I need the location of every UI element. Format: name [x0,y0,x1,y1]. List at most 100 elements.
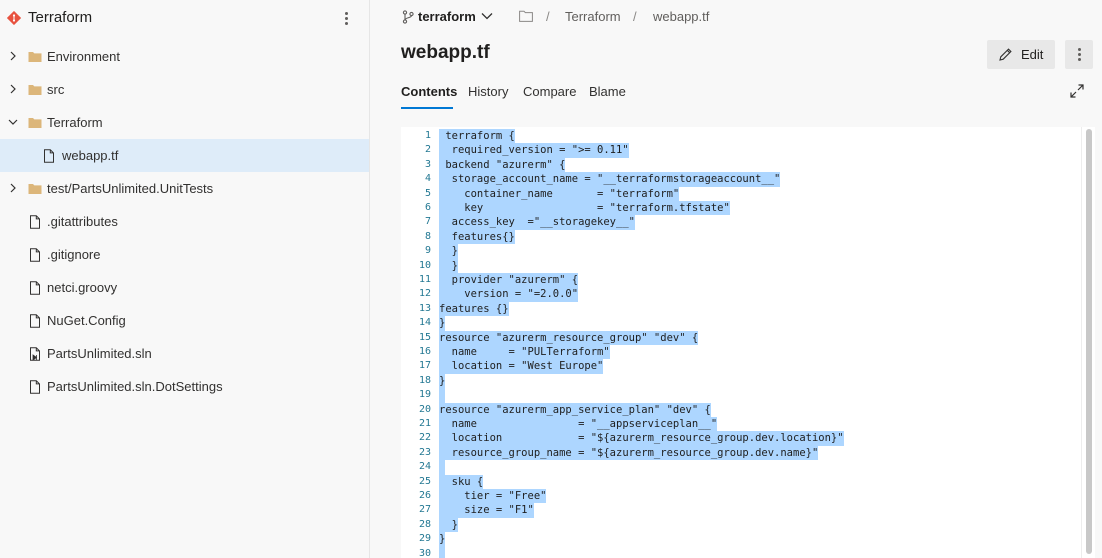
line-number: 8 [424,230,431,242]
tree-item[interactable]: PartsUnlimited.sln [0,337,369,370]
folder-icon [28,184,42,194]
code-line: 16 name = "PULTerraform" [401,345,1071,360]
tab-contents[interactable]: Contents [401,84,457,99]
breadcrumb-separator: / [633,9,637,24]
tab-history[interactable]: History [468,84,508,99]
line-text: provider "azurerm" { [439,273,579,288]
tree-item[interactable]: webapp.tf [0,139,369,172]
active-tab-indicator [401,107,453,109]
code-line: 11 provider "azurerm" { [401,273,1071,288]
chevron-down-icon[interactable] [8,117,18,127]
code-line: 3 backend "azurerm" { [401,157,1071,173]
code-line: 5 container_name = "terraform" [401,186,1071,201]
code-line: 20 resource "azurerm_app_service_plan" "d… [401,402,1071,417]
line-text: name = "__appserviceplan__" [439,417,718,432]
line-number: 2 [424,144,431,156]
line-text: } [439,244,458,259]
line-text: container_name = "terraform" [439,186,680,201]
line-number: 11 [418,274,431,285]
edit-button[interactable]: Edit [987,40,1055,69]
code-line: 27 size = "F1" [401,503,1071,518]
code-line: 8 features{} [401,229,1071,245]
more-options-icon [1069,44,1089,64]
tree-item[interactable]: Terraform [0,106,369,139]
tree-item-label: PartsUnlimited.sln.DotSettings [47,379,223,394]
folder-icon [28,52,42,62]
code-line: 4 storage_account_name = "__terraformsto… [401,172,1071,187]
line-number: 12 [418,288,431,300]
line-number: 24 [418,461,431,473]
breadcrumb: terraform / Terraform / webapp.tf [371,0,1102,34]
vertical-scrollbar[interactable] [1081,127,1095,558]
code-line: 15 resource "azurerm_resource_group" "dev… [401,330,1071,345]
code-line: 28 } [401,517,1071,533]
line-text: resource "azurerm_resource_group" "dev" … [439,330,699,345]
repo-header: Terraform [0,0,370,36]
code-line: 17 location = "West Europe" [401,359,1071,374]
chevron-right-icon[interactable] [8,84,18,94]
line-number: 3 [424,158,431,170]
line-text: } [439,258,458,273]
line-number: 9 [424,245,431,257]
code-line: 19 [401,388,1071,403]
tree-item[interactable]: PartsUnlimited.sln.DotSettings [0,370,369,403]
line-text: resource_group_name = "${azurerm_resourc… [439,445,819,461]
code-line: 23 resource_group_name = "${azurerm_reso… [401,445,1071,461]
file-icon [30,281,40,295]
file-icon [30,248,40,262]
expand-icon[interactable] [1070,84,1084,98]
file-content-panel: terraform / Terraform / webapp.tf webapp… [371,0,1102,558]
line-text: tier = "Free" [439,489,547,504]
tree-item[interactable]: src [0,73,369,106]
branch-selector[interactable]: terraform [418,9,476,24]
chevron-right-icon[interactable] [8,183,18,193]
tree-item-label: NuGet.Config [47,313,126,328]
code-line: 21 name = "__appserviceplan__" [401,417,1071,432]
tab-blame[interactable]: Blame [589,84,626,99]
line-number: 25 [418,475,431,487]
tree-item[interactable]: .gitignore [0,238,369,271]
tree-item[interactable]: test/PartsUnlimited.UnitTests [0,172,369,205]
file-tree: Environment src Terraform webapp.tf test/Par… [0,40,369,403]
line-number: 26 [418,490,431,501]
tree-item-label: webapp.tf [62,148,119,163]
line-text: key = "terraform.tfstate" [439,201,730,216]
line-text: size = "F1" [439,503,534,518]
line-number: 7 [424,216,431,228]
tree-item-label: .gitignore [47,247,101,262]
line-number: 17 [418,360,431,372]
line-number: 5 [424,187,431,199]
folder-outline-icon[interactable] [519,10,533,22]
scrollbar-thumb[interactable] [1086,129,1092,554]
tree-item[interactable]: netci.groovy [0,271,369,304]
code-line: 1 terraform { [401,129,1071,144]
line-number: 29 [418,533,431,545]
repo-more-options-icon[interactable] [336,8,356,28]
folder-icon [28,118,42,128]
chevron-down-icon[interactable] [481,12,493,20]
line-text: terraform { [439,129,515,144]
line-text: } [439,373,446,389]
tree-item[interactable]: NuGet.Config [0,304,369,337]
chevron-right-icon[interactable] [8,51,18,61]
more-actions-button[interactable] [1065,40,1093,69]
breadcrumb-folder[interactable]: Terraform [565,9,621,24]
code-line: 14} [401,316,1071,331]
code-editor[interactable]: 1 terraform {2 required_version = ">= 0.… [401,127,1095,558]
file-icon [30,215,40,229]
tab-compare[interactable]: Compare [523,84,576,99]
tree-item[interactable]: Environment [0,40,369,73]
repo-name[interactable]: Terraform [28,9,92,26]
breadcrumb-file[interactable]: webapp.tf [653,9,709,24]
line-text: name = "PULTerraform" [439,345,610,360]
tree-item[interactable]: .gitattributes [0,205,369,238]
line-text: } [439,517,458,533]
file-title: webapp.tf [401,42,490,63]
code-line: 25 sku { [401,474,1071,489]
line-number: 4 [424,173,431,185]
line-number: 15 [418,331,431,343]
line-text: version = "=2.0.0" [439,287,579,302]
line-number: 20 [418,403,431,415]
file-icon [30,380,40,394]
line-number: 27 [418,504,431,516]
